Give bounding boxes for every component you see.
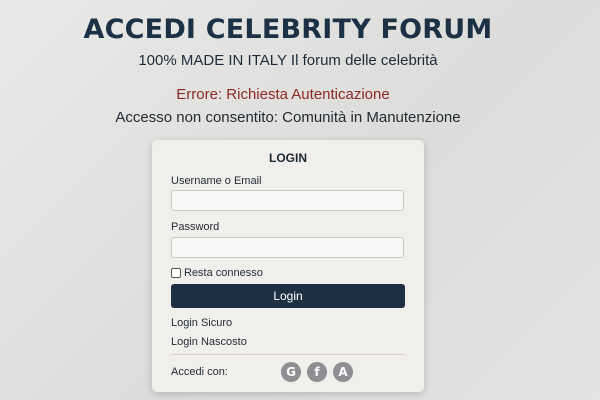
page-subtitle: 100% MADE IN ITALY Il forum delle celebr… [138,52,438,69]
login-button[interactable]: Login [171,284,405,308]
remember-me-row[interactable]: Resta connesso [171,266,263,280]
a-account-icon[interactable]: A [333,362,353,382]
username-input[interactable] [171,190,404,211]
divider [171,354,405,355]
page-title: ACCEDI CELEBRITY FORUM [83,14,493,45]
login-card-title: LOGIN [269,151,307,165]
hidden-login-link[interactable]: Login Nascosto [171,336,247,348]
error-message: Errore: Richiesta Autenticazione [176,86,390,103]
login-card: LOGIN Username o Email Password Resta co… [152,140,424,392]
maintenance-notice: Accesso non consentito: Comunità in Manu… [115,109,461,126]
facebook-icon[interactable]: f [307,362,327,382]
username-label: Username o Email [171,175,262,187]
google-icon[interactable]: G [281,362,301,382]
secure-login-link[interactable]: Login Sicuro [171,317,232,329]
password-label: Password [171,221,220,233]
social-login-label: Accedi con: [171,366,228,378]
remember-me-checkbox[interactable] [171,268,181,278]
remember-me-label: Resta connesso [184,267,263,279]
password-input[interactable] [171,237,404,258]
